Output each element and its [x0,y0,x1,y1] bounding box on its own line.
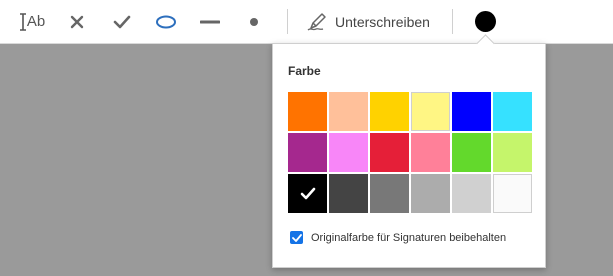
color-swatch[interactable] [411,133,450,172]
text-tool-label: Ab [26,13,46,30]
color-swatch[interactable] [329,174,368,213]
color-swatch[interactable] [452,92,491,131]
color-swatch-grid [288,92,532,213]
current-color-indicator [474,11,496,32]
keep-original-color-checkbox[interactable] [290,231,303,244]
color-swatch[interactable] [329,92,368,131]
line-tool[interactable] [197,0,223,43]
color-swatch[interactable] [493,92,532,131]
selected-check-icon [288,174,327,213]
sign-button-label: Unterschreiben [335,13,430,30]
line-icon [200,20,220,23]
color-swatch[interactable] [411,174,450,213]
keep-original-color-option[interactable]: Originalfarbe für Signaturen beibehalten [290,231,506,244]
color-panel-title: Farbe [288,64,321,78]
sign-button[interactable]: Unterschreiben [306,0,431,43]
color-swatch[interactable] [411,92,450,131]
circle-tool[interactable] [152,0,180,43]
color-swatch[interactable] [493,133,532,172]
toolbar-divider [287,9,288,34]
color-swatch[interactable] [452,174,491,213]
color-swatch[interactable] [370,92,409,131]
color-swatch[interactable] [288,92,327,131]
color-swatch[interactable] [370,133,409,172]
color-swatch[interactable] [452,133,491,172]
checkbox-check-icon [291,233,302,242]
color-swatch[interactable] [288,174,327,213]
fill-sign-toolbar: Ab Unterschreiben [0,0,613,44]
color-swatch[interactable] [493,174,532,213]
checkmark-icon [113,15,131,28]
pen-sign-icon [307,12,326,31]
color-panel: Farbe Originalfarbe für Signaturen beibe… [272,34,546,268]
cross-icon [70,15,84,28]
keep-original-color-label: Originalfarbe für Signaturen beibehalten [311,231,507,244]
color-swatch[interactable] [370,174,409,213]
cross-mark-tool[interactable] [64,0,90,43]
color-swatch[interactable] [288,133,327,172]
dot-icon [250,17,258,26]
add-text-tool[interactable]: Ab [14,0,50,43]
toolbar-divider [452,9,453,34]
ellipse-icon [156,15,176,28]
color-swatch[interactable] [329,133,368,172]
dot-tool[interactable] [244,0,264,43]
checkmark-tool[interactable] [108,0,136,43]
